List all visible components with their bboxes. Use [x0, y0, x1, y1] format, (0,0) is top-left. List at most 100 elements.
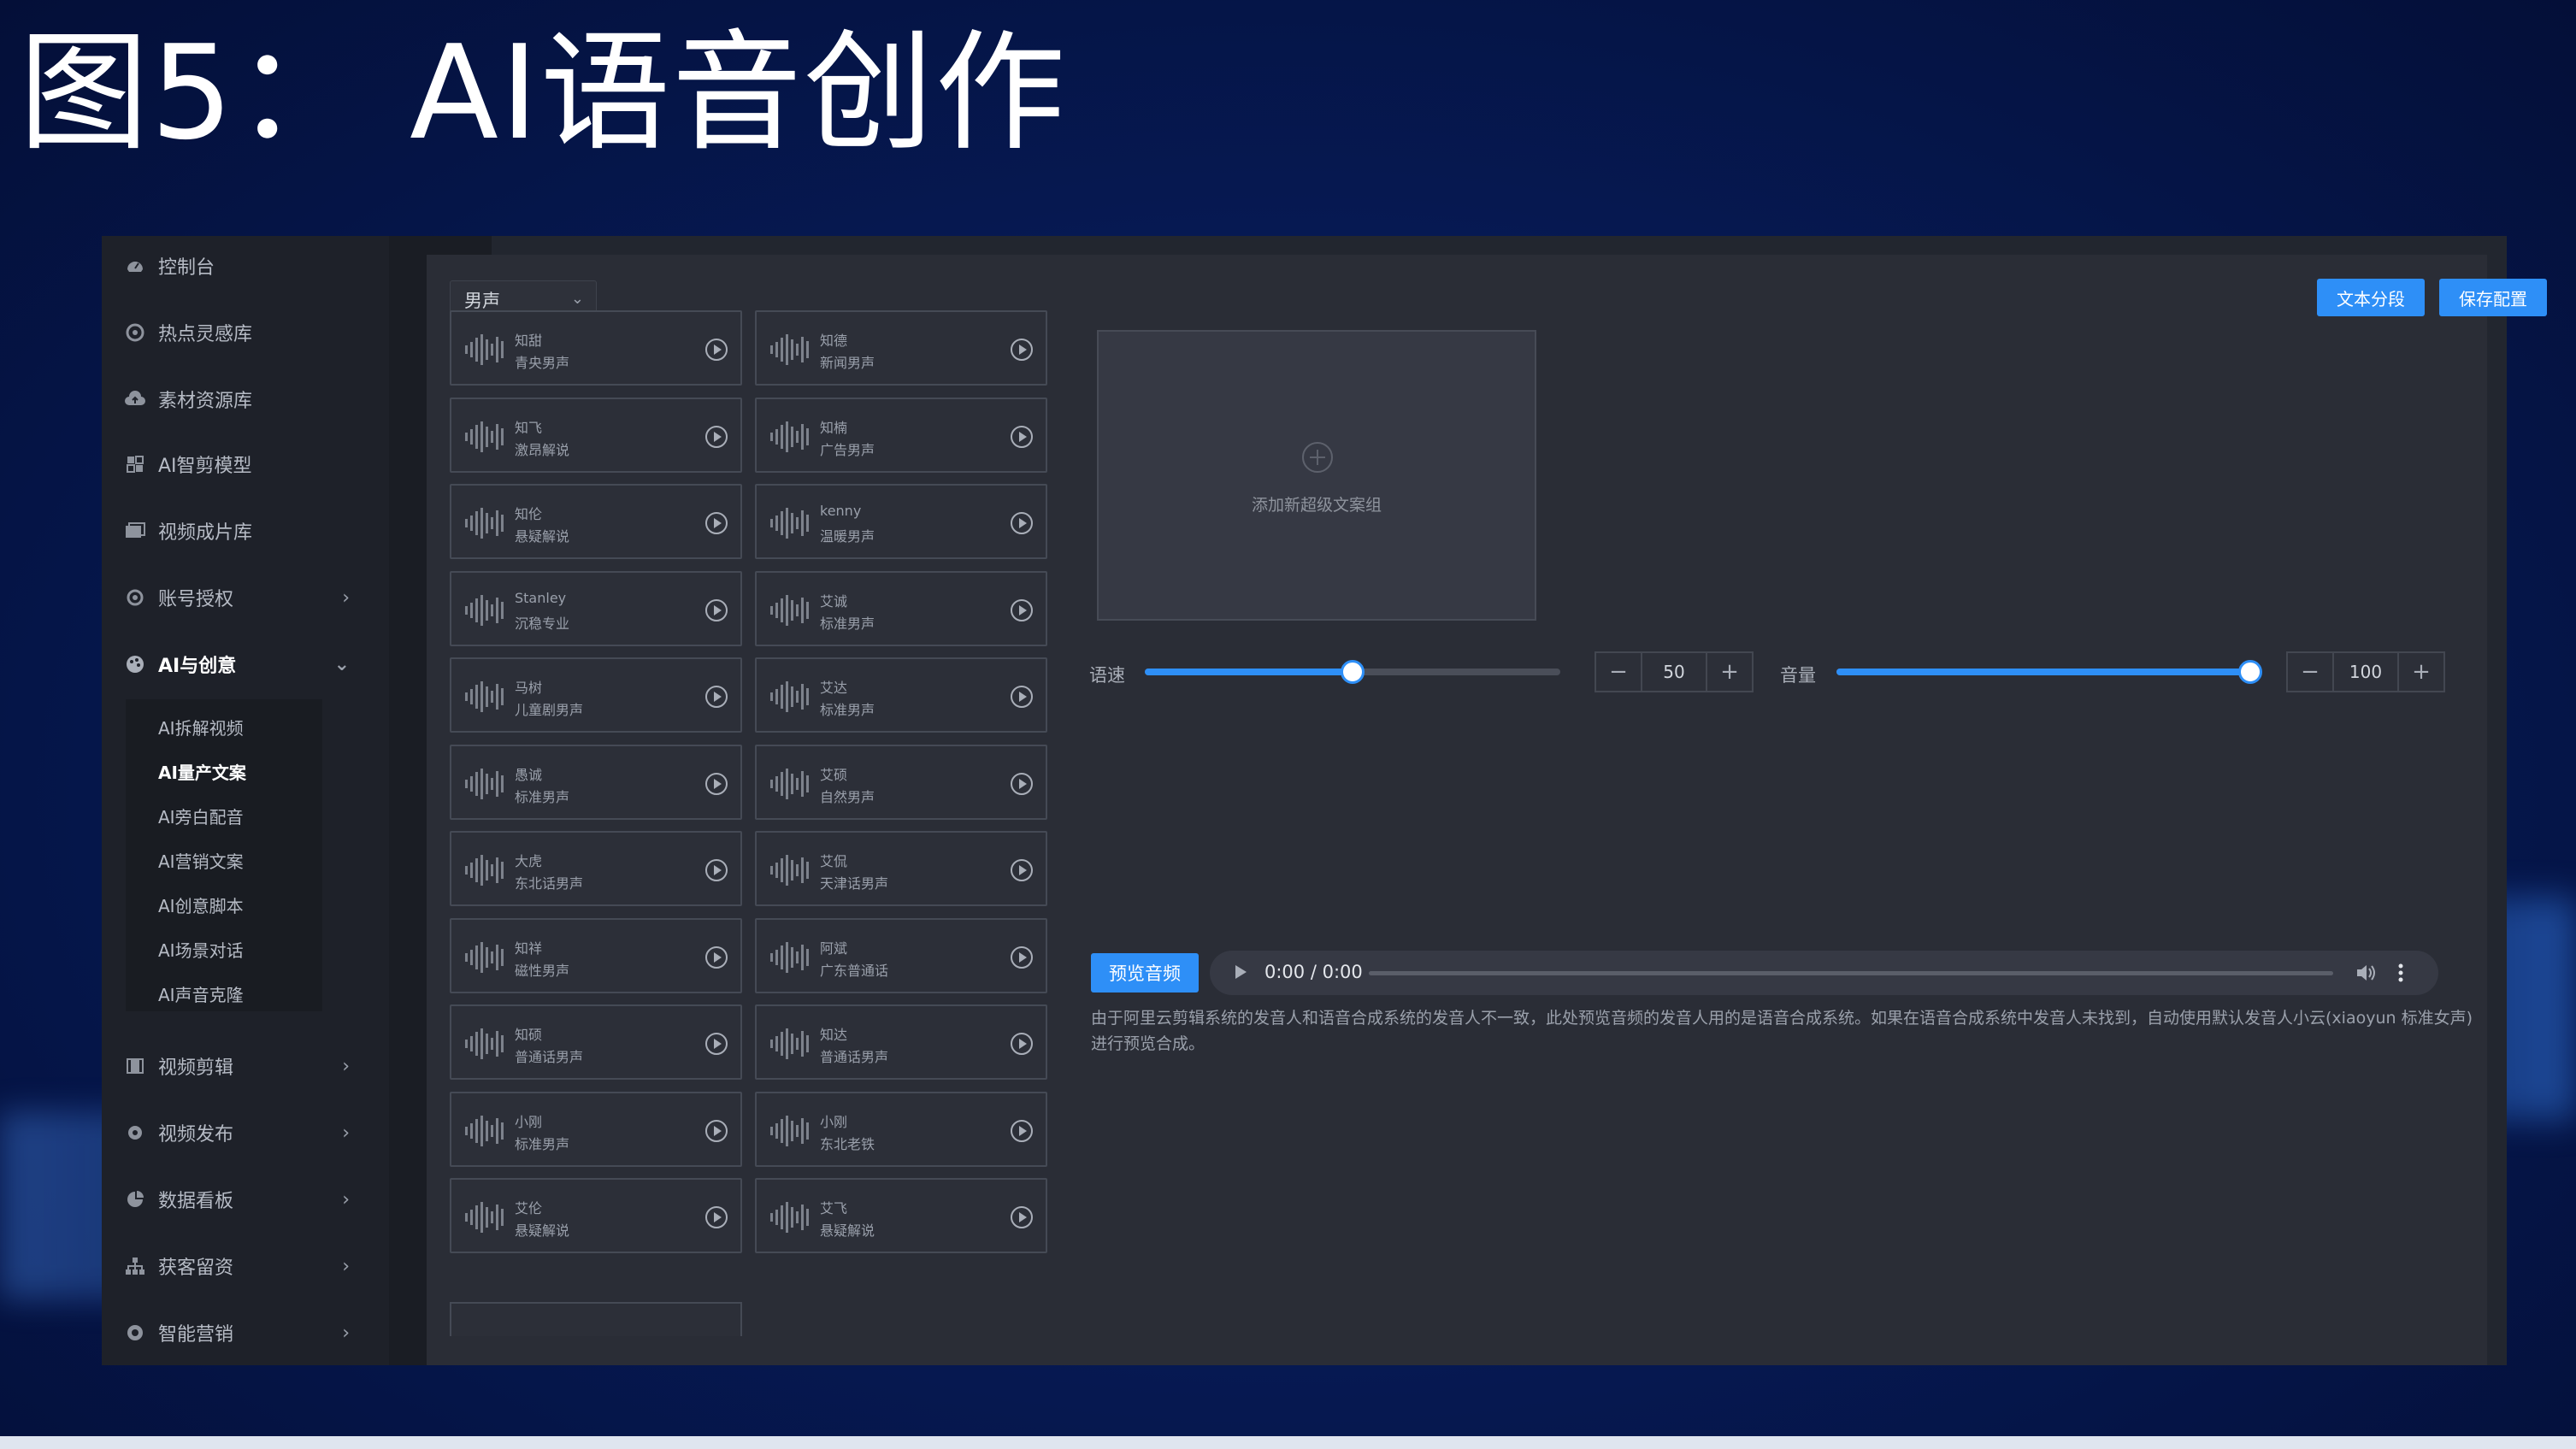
add-copy-group-box[interactable]: 添加新超级文案组 — [1097, 330, 1536, 621]
voice-card[interactable]: 小刚 东北老铁 — [755, 1092, 1047, 1167]
sidebar-item-account-auth[interactable]: 账号授权 › — [102, 568, 389, 627]
voice-card[interactable]: 小刚 标准男声 — [450, 1092, 742, 1167]
speed-value[interactable]: 50 — [1641, 653, 1707, 691]
play-circle-icon[interactable] — [704, 945, 728, 969]
submenu-ai-creative: AI拆解视频 AI量产文案 AI旁白配音 AI营销文案 AI创意脚本 AI场景对… — [126, 699, 322, 1011]
volume-increment-button[interactable]: + — [2399, 653, 2443, 691]
voice-card[interactable]: 知达 普通话男声 — [755, 1004, 1047, 1080]
sidebar-item-ai-edit-model[interactable]: AI智剪模型 — [102, 434, 389, 494]
play-circle-icon[interactable] — [1010, 1119, 1034, 1143]
volume-slider-thumb[interactable] — [2238, 660, 2262, 684]
voice-description: 悬疑解说 — [515, 528, 570, 545]
voice-card[interactable]: kenny 温暖男声 — [755, 484, 1047, 559]
split-text-button[interactable]: 文本分段 — [2317, 279, 2425, 316]
voice-card-partial[interactable] — [450, 1302, 742, 1336]
sidebar-item-material-library[interactable]: 素材资源库 — [102, 369, 389, 429]
play-circle-icon[interactable] — [704, 338, 728, 362]
slide-bottom-strip — [0, 1436, 2576, 1449]
voice-card[interactable]: 艾侃 天津话男声 — [755, 831, 1047, 906]
voice-card[interactable]: 知甜 青央男声 — [450, 310, 742, 386]
voice-card[interactable]: 阿斌 广东普通话 — [755, 918, 1047, 993]
play-circle-icon[interactable] — [1010, 338, 1034, 362]
submenu-item-ai-video-breakdown[interactable]: AI拆解视频 — [158, 710, 244, 744]
voice-name: 马树 — [515, 680, 543, 696]
play-circle-icon[interactable] — [1010, 511, 1034, 535]
play-circle-icon[interactable] — [704, 598, 728, 622]
sidebar-item-ai-creative[interactable]: AI与创意 ⌄ — [102, 634, 389, 694]
sidebar: 控制台 热点灵感库 素材资源库 AI智剪模型 视频成片库 账号授权 › AI与创… — [102, 236, 389, 1365]
sidebar-item-data-dashboard[interactable]: 数据看板 › — [102, 1169, 389, 1229]
play-circle-icon[interactable] — [704, 1119, 728, 1143]
voice-description: 东北话男声 — [515, 875, 584, 892]
play-circle-icon[interactable] — [704, 425, 728, 449]
sidebar-item-video-library[interactable]: 视频成片库 — [102, 501, 389, 561]
sidebar-item-hot-inspiration[interactable]: 热点灵感库 — [102, 303, 389, 362]
cloud-upload-icon — [124, 388, 146, 410]
play-circle-icon[interactable] — [704, 858, 728, 882]
voice-card[interactable]: Stanley 沉稳专业 — [450, 571, 742, 646]
voice-name: kenny — [820, 503, 862, 519]
submenu-item-ai-narration[interactable]: AI旁白配音 — [158, 798, 244, 833]
speed-decrement-button[interactable]: − — [1596, 653, 1641, 691]
sidebar-item-video-publish[interactable]: 视频发布 › — [102, 1103, 389, 1163]
play-circle-icon[interactable] — [704, 1032, 728, 1056]
play-circle-icon[interactable] — [704, 772, 728, 796]
voice-name: 知德 — [820, 333, 848, 349]
voice-description: 悬疑解说 — [820, 1222, 875, 1239]
video-library-icon — [124, 520, 146, 542]
play-circle-icon[interactable] — [1010, 425, 1034, 449]
save-config-button[interactable]: 保存配置 — [2439, 279, 2547, 316]
submenu-item-ai-creative-script[interactable]: AI创意脚本 — [158, 887, 244, 922]
sidebar-item-label: 控制台 — [158, 257, 215, 279]
add-copy-group-label: 添加新超级文案组 — [1251, 496, 1382, 515]
play-icon[interactable] — [1229, 961, 1251, 983]
sidebar-item-smart-marketing[interactable]: 智能营销 › — [102, 1303, 389, 1363]
voice-card[interactable]: 知楠 广告男声 — [755, 398, 1047, 473]
preview-audio-button[interactable]: 预览音频 — [1091, 953, 1199, 993]
volume-value[interactable]: 100 — [2332, 653, 2399, 691]
voice-card[interactable]: 愚诚 标准男声 — [450, 745, 742, 820]
audio-progress-bar[interactable] — [1369, 971, 2333, 975]
soundwave-icon — [465, 508, 504, 539]
voice-card[interactable]: 艾飞 悬疑解说 — [755, 1178, 1047, 1253]
submenu-item-ai-voice-clone[interactable]: AI声音克隆 — [158, 976, 244, 1010]
play-circle-icon[interactable] — [1010, 685, 1034, 709]
sidebar-item-dashboard[interactable]: 控制台 — [102, 236, 389, 296]
sidebar-item-video-editing[interactable]: 视频剪辑 › — [102, 1036, 389, 1096]
submenu-item-ai-bulk-copy[interactable]: AI量产文案 — [158, 754, 246, 788]
voice-card[interactable]: 知祥 磁性男声 — [450, 918, 742, 993]
sidebar-item-lead-capture[interactable]: 获客留资 › — [102, 1236, 389, 1296]
voice-card[interactable]: 大虎 东北话男声 — [450, 831, 742, 906]
speed-increment-button[interactable]: + — [1707, 653, 1752, 691]
submenu-item-ai-marketing-copy[interactable]: AI营销文案 — [158, 843, 244, 877]
volume-icon[interactable] — [2354, 961, 2378, 985]
voice-card[interactable]: 艾达 标准男声 — [755, 657, 1047, 733]
voice-name: 知飞 — [515, 420, 543, 436]
voice-card[interactable]: 知伦 悬疑解说 — [450, 484, 742, 559]
play-circle-icon[interactable] — [704, 511, 728, 535]
voice-card[interactable]: 艾硕 自然男声 — [755, 745, 1047, 820]
soundwave-icon — [770, 421, 809, 452]
voice-card[interactable]: 知硕 普通话男声 — [450, 1004, 742, 1080]
play-circle-icon[interactable] — [1010, 858, 1034, 882]
speed-slider-thumb[interactable] — [1341, 660, 1365, 684]
voice-card[interactable]: 艾诚 标准男声 — [755, 571, 1047, 646]
play-circle-icon[interactable] — [1010, 1032, 1034, 1056]
play-circle-icon[interactable] — [1010, 772, 1034, 796]
play-circle-icon[interactable] — [704, 685, 728, 709]
sidebar-item-label: 获客留资 — [158, 1258, 234, 1279]
voice-card[interactable]: 知德 新闻男声 — [755, 310, 1047, 386]
voice-card[interactable]: 艾伦 悬疑解说 — [450, 1178, 742, 1253]
play-circle-icon[interactable] — [1010, 598, 1034, 622]
volume-decrement-button[interactable]: − — [2288, 653, 2332, 691]
play-circle-icon[interactable] — [1010, 1205, 1034, 1229]
play-circle-icon[interactable] — [704, 1205, 728, 1229]
sidebar-item-label: AI智剪模型 — [158, 456, 252, 477]
submenu-item-ai-scene-dialogue[interactable]: AI场景对话 — [158, 932, 244, 966]
voice-name: 阿斌 — [820, 940, 848, 957]
voice-card[interactable]: 马树 儿童剧男声 — [450, 657, 742, 733]
voice-card[interactable]: 知飞 激昂解说 — [450, 398, 742, 473]
more-options-icon[interactable] — [2395, 961, 2407, 985]
play-circle-icon[interactable] — [1010, 945, 1034, 969]
slide-title: 图5： AI语音创作 — [19, 17, 1067, 168]
